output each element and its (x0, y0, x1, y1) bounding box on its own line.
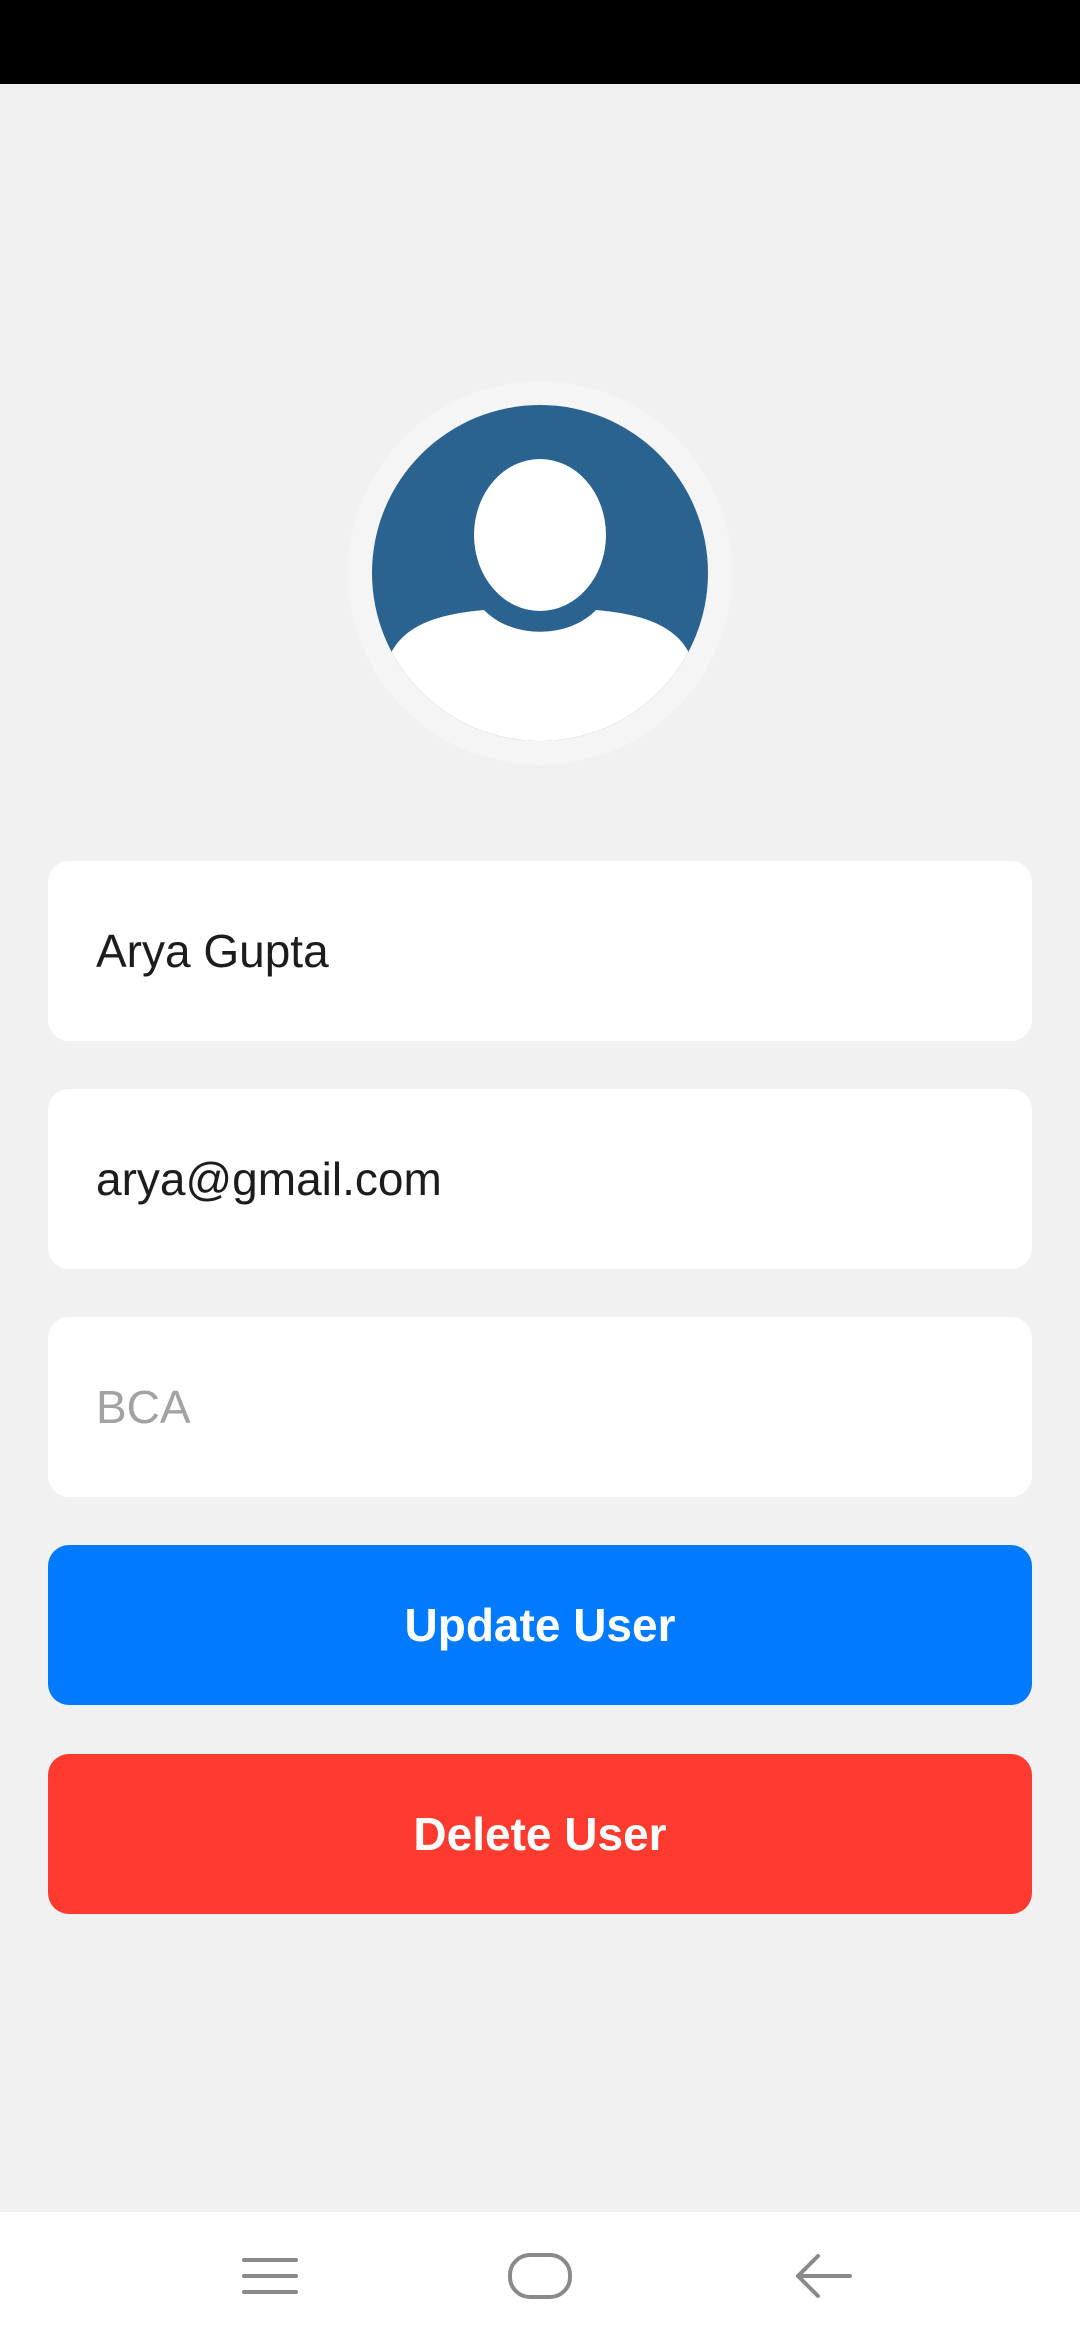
home-button[interactable] (460, 2212, 620, 2340)
course-field[interactable] (48, 1317, 1032, 1497)
back-arrow-icon (796, 2254, 852, 2298)
hamburger-menu-icon (242, 2258, 298, 2294)
system-navigation-bar (0, 2212, 1080, 2340)
email-field[interactable] (48, 1089, 1032, 1269)
name-field[interactable] (48, 861, 1032, 1041)
update-user-button[interactable]: Update User (48, 1545, 1032, 1705)
home-pill-icon (508, 2253, 572, 2299)
menu-button[interactable] (190, 2212, 350, 2340)
status-bar (0, 0, 1080, 84)
delete-user-button[interactable]: Delete User (48, 1754, 1032, 1914)
user-silhouette-icon (372, 405, 708, 741)
avatar[interactable] (372, 405, 708, 741)
back-button[interactable] (744, 2212, 904, 2340)
